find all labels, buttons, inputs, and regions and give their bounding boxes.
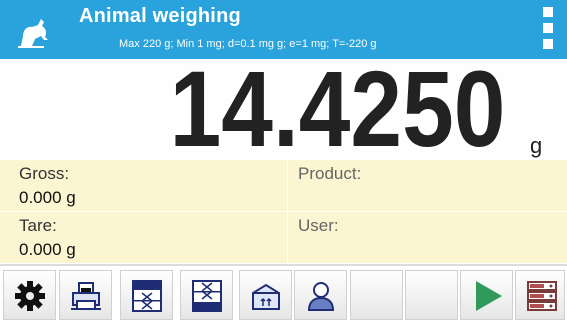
user-icon [307, 282, 335, 311]
settings-button[interactable] [3, 270, 56, 320]
tare-button[interactable] [239, 270, 292, 320]
info-panel: Gross: 0.000 g Product: Tare: 0.000 g Us… [0, 160, 567, 264]
mode-title: Animal weighing [79, 5, 241, 27]
gross-cell: Gross: 0.000 g [0, 160, 288, 212]
weight-reading: 14.4250 [169, 48, 505, 169]
tare-value: 0.000 g [19, 240, 76, 259]
database-icon [527, 281, 557, 311]
animal-icon [8, 6, 60, 52]
settings-gear-icon [15, 281, 45, 311]
user-button[interactable] [294, 270, 347, 320]
toolbar [0, 264, 567, 322]
checkweighing-high-button[interactable] [180, 270, 233, 320]
checkweighing-high-icon [192, 280, 222, 312]
print-button[interactable] [59, 270, 112, 320]
printer-icon [71, 282, 101, 310]
tare-container-icon [252, 283, 280, 310]
empty-slot-button[interactable] [405, 270, 458, 320]
start-button[interactable] [460, 270, 513, 320]
weight-unit: g [530, 133, 543, 158]
gross-value: 0.000 g [19, 188, 76, 207]
tare-label: Tare: [19, 216, 57, 235]
product-label: Product: [298, 164, 362, 183]
tare-cell: Tare: 0.000 g [0, 212, 288, 264]
user-label: User: [298, 216, 339, 235]
start-play-icon [476, 281, 502, 311]
user-cell: User: [288, 212, 567, 264]
checkweighing-low-button[interactable] [120, 270, 173, 320]
checkweighing-low-icon [132, 280, 162, 312]
product-cell: Product: [288, 160, 567, 212]
database-button[interactable] [515, 270, 565, 320]
weight-display: 14.4250 g [0, 55, 567, 163]
empty-slot-button[interactable] [350, 270, 403, 320]
more-vertical-icon[interactable] [540, 7, 556, 51]
gross-label: Gross: [19, 164, 70, 183]
